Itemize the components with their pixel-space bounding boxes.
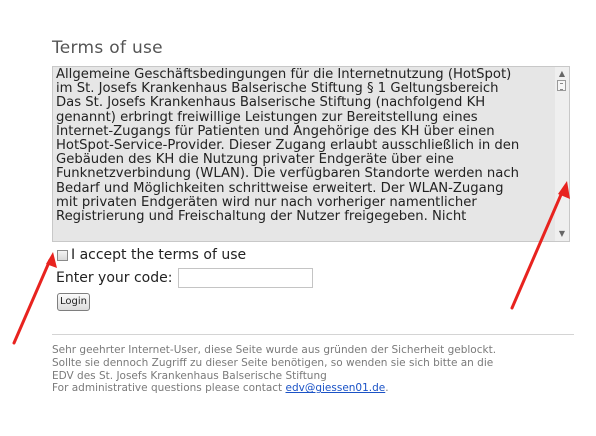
footer-line-3: EDV des St. Josefs Krankenhaus Balserisc…: [52, 369, 327, 382]
terms-textarea[interactable]: Allgemeine Geschäftsbedingungen für die …: [52, 66, 570, 242]
footer-line-2: Sollte sie dennoch Zugriff zu dieser Sei…: [52, 356, 494, 369]
footer-line-4: For administrative questions please cont…: [52, 382, 582, 395]
annotation-arrow-left-icon: [12, 252, 57, 345]
accept-terms-label[interactable]: I accept the terms of use: [71, 247, 246, 263]
code-label: Enter your code:: [56, 270, 173, 286]
terms-scrollbar[interactable]: ▲ ▼: [555, 67, 569, 241]
code-row: Enter your code:: [56, 267, 314, 289]
footer-contact-suffix: .: [385, 382, 389, 395]
admin-email-link[interactable]: edv@giessen01.de: [286, 382, 386, 394]
divider: [52, 334, 574, 335]
accept-terms-row[interactable]: I accept the terms of use: [57, 246, 246, 264]
login-button[interactable]: Login: [57, 293, 90, 311]
page: Terms of use Allgemeine Geschäftsbedingu…: [0, 0, 596, 436]
footer-notice: Sehr geehrter Internet-User, diese Seite…: [52, 344, 582, 395]
scroll-thumb[interactable]: [557, 80, 566, 91]
page-title: Terms of use: [52, 38, 163, 58]
accept-terms-checkbox[interactable]: [57, 249, 68, 261]
footer-line-1: Sehr geehrter Internet-User, diese Seite…: [52, 344, 497, 356]
terms-text: Allgemeine Geschäftsbedingungen für die …: [56, 67, 520, 225]
scroll-up-arrow-icon[interactable]: ▲: [557, 70, 567, 78]
scroll-down-arrow-icon[interactable]: ▼: [557, 230, 567, 238]
code-input[interactable]: [178, 268, 314, 288]
footer-contact-text: For administrative questions please cont…: [52, 382, 286, 395]
